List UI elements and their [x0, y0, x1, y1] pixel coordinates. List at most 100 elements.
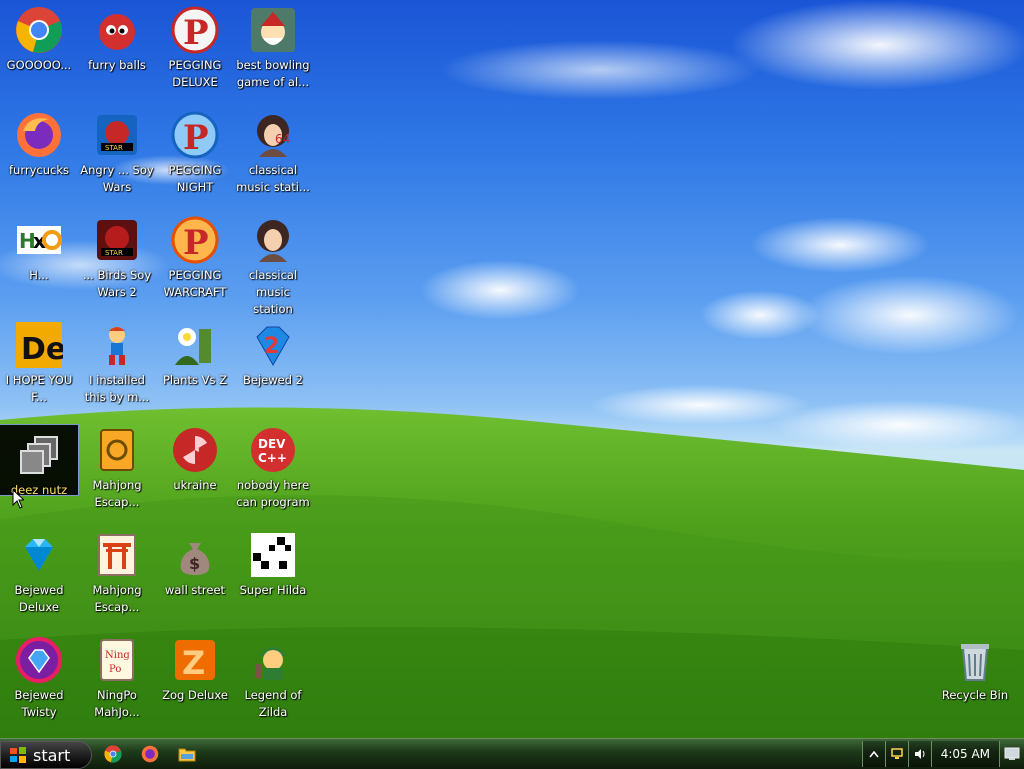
mouse-cursor-icon [12, 489, 24, 509]
desktop[interactable]: GOOOOO... furrycucks Hx H... De I HOPE Y… [0, 0, 1024, 738]
chrome-icon [15, 6, 63, 54]
desktop-icon[interactable]: Plants Vs Z [156, 315, 234, 420]
bejeweled-twist-icon [15, 636, 63, 684]
desktop-icon-label: ukraine [173, 478, 217, 492]
desktop-icon[interactable]: STAR ... Birds Soy Wars 2 [78, 210, 156, 315]
desktop-icon[interactable]: Z Zog Deluxe [156, 630, 234, 735]
desktop-icon[interactable]: Legend of Zilda [234, 630, 312, 735]
desktop-icon[interactable]: P PEGGING DELUXE [156, 0, 234, 105]
desktop-icon-label: Bejewed 2 [243, 373, 303, 387]
chrome-quicklaunch[interactable] [103, 744, 123, 764]
zelda-character-icon [249, 636, 297, 684]
desktop-icon[interactable]: 64 classical music stati... [234, 105, 312, 210]
desktop-icon-label: nobody here can program [236, 478, 310, 509]
svg-text:C++: C++ [258, 451, 287, 465]
desktop-icon[interactable]: GOOOOO... [0, 0, 78, 105]
start-button[interactable]: start [0, 741, 92, 769]
firefox-icon [141, 745, 159, 763]
recycle-bin-icon [951, 636, 999, 684]
ningpo-mahjong-icon: Ning Po [93, 636, 141, 684]
santa-bowling-icon [249, 6, 297, 54]
desktop-icon-label: H... [29, 268, 49, 282]
desktop-icon-label: I installed this by m... [84, 373, 150, 404]
hxd-icon: Hx [15, 216, 63, 264]
runner-character-icon [93, 321, 141, 369]
show-desktop-button[interactable] [999, 741, 1024, 767]
de-icon: De [15, 321, 63, 369]
desktop-icon-label: Plants Vs Z [162, 373, 227, 387]
desktop-icon[interactable]: furrycucks [0, 105, 78, 210]
desktop-icon-label: best bowling game of al... [236, 58, 310, 89]
desktop-icon[interactable]: Hx H... [0, 210, 78, 315]
desktop-icon[interactable]: I installed this by m... [78, 315, 156, 420]
desktop-icon-label: Zog Deluxe [162, 688, 228, 702]
desktop-icon[interactable]: classical music station [234, 210, 312, 316]
taskbar: start 4:05 AM [0, 738, 1024, 769]
svg-text:Ning: Ning [105, 650, 130, 661]
monitor-icon [1004, 747, 1020, 760]
desktop-icon[interactable]: Ning Po NingPo MahJo... [78, 630, 156, 735]
mahjong-tile-icon [93, 426, 141, 474]
svg-text:P: P [183, 223, 209, 263]
desktop-icon-label: wall street [164, 583, 226, 597]
windows-logo-icon [10, 747, 26, 763]
radiation-icon [171, 426, 219, 474]
desktop-icon[interactable]: STAR Angry ... Soy Wars [78, 105, 156, 210]
svg-text:64: 64 [275, 132, 290, 146]
volume-tray-button[interactable] [907, 741, 931, 767]
pegging-p-icon: P [171, 6, 219, 54]
desktop-icon-label: Mahjong Escap... [92, 478, 142, 509]
pegging-p-icon: P [171, 111, 219, 159]
desktop-icon[interactable]: 2 Bejewed 2 [234, 315, 312, 420]
svg-text:P: P [183, 13, 209, 53]
pixel-art-icon [249, 531, 297, 579]
svg-text:STAR: STAR [105, 249, 123, 257]
show-hidden-icons-button[interactable] [862, 741, 885, 767]
firefox-quicklaunch[interactable] [140, 744, 160, 764]
desktop-icon-label: PEGGING WARCRAFT [163, 268, 227, 299]
desktop-icon[interactable]: P PEGGING NIGHT [156, 105, 234, 210]
network-icon [891, 748, 903, 759]
desktop-icon[interactable]: Bejewed Twisty [0, 630, 78, 735]
svg-text:STAR: STAR [105, 144, 123, 152]
svg-text:$: $ [189, 554, 200, 573]
firefox-icon [15, 111, 63, 159]
desktop-icon-label: Super Hilda [239, 583, 307, 597]
desktop-icon[interactable]: Mahjong Escap... [78, 420, 156, 525]
system-tray: 4:05 AM [862, 740, 1024, 768]
desktop-icon[interactable]: ukraine [156, 420, 234, 525]
desktop-icon[interactable]: Mahjong Escap... [78, 525, 156, 630]
file-explorer-quicklaunch[interactable] [177, 744, 197, 764]
chrome-icon [104, 745, 122, 763]
network-tray-button[interactable] [884, 741, 908, 767]
diamond-gem-icon [15, 531, 63, 579]
recycle-bin[interactable]: Recycle Bin [936, 630, 1014, 735]
zog-z-icon: Z [171, 636, 219, 684]
desktop-icon[interactable]: DEV C++ nobody here can program [234, 420, 312, 525]
angry-birds-star-wars-icon: STAR [93, 111, 141, 159]
desktop-icon[interactable]: Bejewed Deluxe [0, 525, 78, 630]
classical-portrait-icon: 64 [249, 111, 297, 159]
desktop-icon-label: furrycucks [9, 163, 69, 177]
desktop-icon-label: NingPo MahJo... [94, 688, 140, 719]
desktop-icon-label: furry balls [88, 58, 146, 72]
desktop-icon[interactable]: furry balls [78, 0, 156, 105]
svg-text:P: P [183, 118, 209, 158]
chevron-up-icon [869, 750, 879, 758]
pegging-p-icon: P [171, 216, 219, 264]
desktop-icon-label: PEGGING DELUXE [168, 58, 222, 89]
clock[interactable]: 4:05 AM [930, 741, 1000, 767]
red-fuzzball-icon [93, 6, 141, 54]
desktop-icon[interactable]: P PEGGING WARCRAFT [156, 210, 234, 315]
desktop-icon[interactable]: deez nutz [0, 424, 79, 497]
svg-text:Z: Z [182, 644, 205, 682]
desktop-icon[interactable]: best bowling game of al... [234, 0, 312, 105]
desktop-icon-label: PEGGING NIGHT [168, 163, 222, 194]
desktop-icon[interactable]: De I HOPE YOU F... [0, 315, 78, 420]
desktop-icon[interactable]: Super Hilda [234, 525, 312, 630]
angry-birds-star-wars-2-icon: STAR [93, 216, 141, 264]
desktop-icon-label: ... Birds Soy Wars 2 [82, 268, 152, 299]
desktop-icon-label: Bejewed Twisty [14, 688, 64, 719]
desktop-icon-label: I HOPE YOU F... [5, 373, 73, 404]
desktop-icon[interactable]: $ wall street [156, 525, 234, 630]
